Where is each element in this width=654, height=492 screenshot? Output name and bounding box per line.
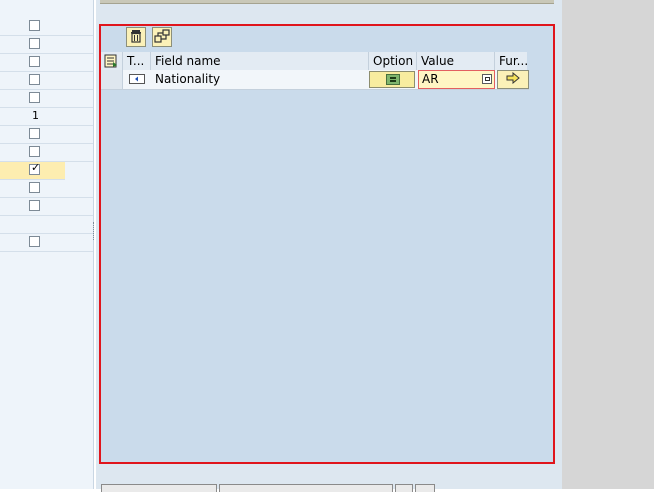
delete-button[interactable] bbox=[126, 27, 146, 47]
list-separator bbox=[0, 216, 93, 234]
condition-tree-button[interactable] bbox=[152, 27, 172, 47]
list-item bbox=[0, 36, 93, 54]
bottom-tab[interactable] bbox=[415, 484, 435, 492]
list-item bbox=[0, 198, 93, 216]
column-header-field-name[interactable]: Field name bbox=[151, 52, 369, 70]
table-settings-icon bbox=[104, 54, 118, 70]
arrow-right-icon bbox=[506, 71, 520, 87]
bottom-tab[interactable] bbox=[101, 484, 217, 492]
row-checkbox-checked[interactable]: ✓ bbox=[29, 161, 41, 175]
field-type-icon bbox=[129, 73, 145, 87]
equals-icon bbox=[386, 74, 400, 85]
list-item: 1 bbox=[0, 108, 93, 126]
list-item bbox=[0, 54, 93, 72]
table-row: Nationality AR bbox=[101, 70, 529, 90]
trash-icon bbox=[129, 29, 143, 46]
f4-help-icon[interactable] bbox=[482, 74, 492, 84]
bottom-tab[interactable] bbox=[395, 484, 413, 492]
row-checkbox[interactable] bbox=[29, 38, 40, 49]
row-checkbox[interactable] bbox=[29, 74, 40, 85]
column-header-function[interactable]: Fur... bbox=[495, 52, 527, 70]
row-selector[interactable] bbox=[101, 70, 123, 89]
field-name-cell: Nationality bbox=[155, 72, 221, 86]
row-checkbox[interactable] bbox=[29, 128, 40, 139]
flowchart-icon bbox=[154, 28, 170, 46]
top-divider bbox=[100, 0, 554, 4]
select-all-button[interactable] bbox=[101, 52, 123, 70]
row-checkbox[interactable] bbox=[29, 56, 40, 67]
list-item bbox=[0, 126, 93, 144]
row-checkbox[interactable] bbox=[29, 146, 40, 157]
value-input[interactable]: AR bbox=[418, 70, 495, 89]
row-checkbox[interactable] bbox=[29, 20, 40, 31]
right-empty-area bbox=[562, 0, 654, 489]
list-item bbox=[0, 18, 93, 36]
list-item-selected: ✓ bbox=[0, 162, 65, 180]
row-checkbox[interactable] bbox=[29, 92, 40, 103]
selection-conditions-frame bbox=[99, 24, 555, 464]
row-checkbox[interactable] bbox=[29, 182, 40, 193]
value-text: AR bbox=[422, 72, 439, 86]
column-header-value[interactable]: Value bbox=[417, 52, 495, 70]
row-checkbox[interactable] bbox=[29, 236, 40, 247]
column-header-type[interactable]: T... bbox=[123, 52, 151, 70]
multiple-selection-button[interactable] bbox=[497, 70, 529, 89]
check-icon: ✓ bbox=[31, 161, 41, 174]
bottom-tab[interactable] bbox=[219, 484, 393, 492]
option-button[interactable] bbox=[369, 71, 415, 88]
list-item bbox=[0, 144, 93, 162]
list-item bbox=[0, 72, 93, 90]
type-cell bbox=[123, 70, 151, 89]
row-count: 1 bbox=[32, 109, 39, 122]
column-header-option[interactable]: Option bbox=[369, 52, 417, 70]
list-item bbox=[0, 90, 93, 108]
table-header: T... Field name Option Value Fur... bbox=[101, 52, 527, 71]
list-item bbox=[0, 180, 93, 198]
row-checkbox[interactable] bbox=[29, 200, 40, 211]
list-item bbox=[0, 234, 93, 252]
left-selection-panel: 1 ✓ bbox=[0, 0, 94, 489]
